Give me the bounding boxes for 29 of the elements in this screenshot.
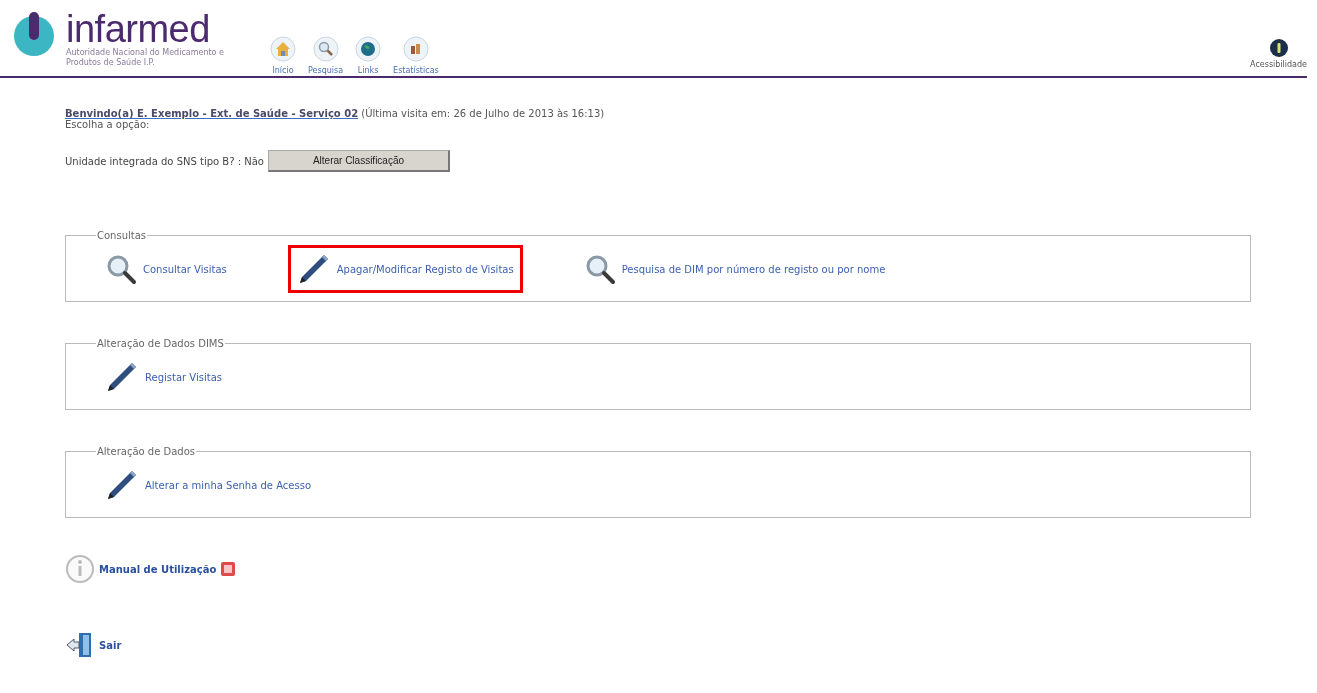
accessibility-link[interactable]: Acessibilidade <box>1250 60 1307 69</box>
logo-tagline: Autoridade Nacional do Medicamento e Produtos de Saúde I.P. <box>66 48 225 68</box>
option-link[interactable]: Apagar/Modificar Registo de Visitas <box>336 263 514 275</box>
search-icon[interactable] <box>105 253 137 285</box>
section-legend: Consultas <box>96 230 148 241</box>
manual-link[interactable]: Manual de Utilização <box>99 563 217 575</box>
logo-text: infarmed <box>66 10 210 48</box>
accessibility-icon[interactable] <box>1268 38 1289 58</box>
pdf-icon[interactable] <box>220 561 237 577</box>
section-legend: Alteração de Dados <box>96 446 197 457</box>
nav-link[interactable]: Início <box>272 66 294 75</box>
nav-link[interactable]: Pesquisa <box>308 66 344 75</box>
prompt-text: Escolha a opção: <box>65 119 151 130</box>
classification-label: Unidade integrada do SNS tipo B? : Não <box>65 155 264 167</box>
nav-link[interactable]: Estatísticas <box>393 66 439 75</box>
chart-icon[interactable] <box>402 36 429 62</box>
logout-link[interactable]: Sair <box>99 639 122 651</box>
option-link[interactable]: Registar Visitas <box>145 371 222 383</box>
option-link[interactable]: Alterar a minha Senha de Acesso <box>145 479 312 491</box>
globe-icon[interactable] <box>355 36 382 62</box>
pencil-icon[interactable] <box>105 468 139 502</box>
section-legend: Alteração de Dados DIMS <box>96 338 225 349</box>
welcome-text: Benvindo(a) E. Exemplo - Ext. de Saúde - Serviço 02 (Última visita em: 26 de Julho de 2013 às 16:13) <box>65 108 606 119</box>
nav-link[interactable]: Links <box>357 66 379 75</box>
option-link[interactable]: Pesquisa de DIM por número de registo ou por nome <box>621 263 886 275</box>
option-link[interactable]: Consultar Visitas <box>143 263 227 275</box>
pencil-icon[interactable] <box>105 360 139 394</box>
house-icon[interactable] <box>270 36 296 62</box>
change-classification-button[interactable]: Alterar Classificação <box>268 150 450 172</box>
